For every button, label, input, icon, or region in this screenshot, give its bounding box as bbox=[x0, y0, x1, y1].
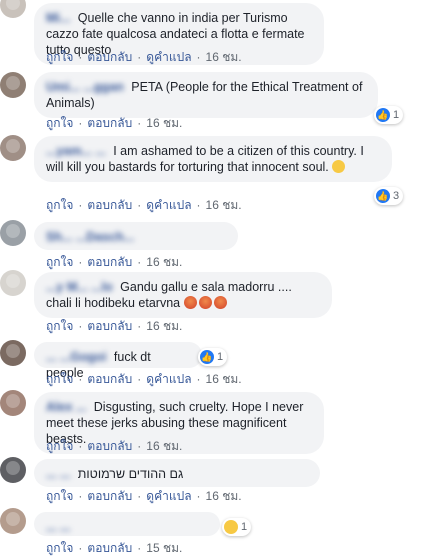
commenter-name[interactable]: Mi... bbox=[46, 11, 70, 25]
reply-link[interactable]: ตอบกลับ bbox=[87, 439, 132, 453]
like-link[interactable]: ถูกใจ bbox=[46, 319, 73, 333]
avatar[interactable] bbox=[0, 270, 26, 296]
reply-link[interactable]: ตอบกลับ bbox=[87, 50, 132, 64]
reaction-count: 1 bbox=[393, 109, 400, 121]
like-link[interactable]: ถูกใจ bbox=[46, 439, 73, 453]
like-link[interactable]: ถูกใจ bbox=[46, 255, 73, 269]
reaction-summary[interactable]: 👍 1 bbox=[374, 106, 404, 124]
crying-face-icon bbox=[332, 160, 346, 173]
comment-actions: ถูกใจ · ตอบกลับ · 16 ชม. bbox=[46, 116, 183, 130]
reaction-count: 1 bbox=[217, 351, 224, 363]
commenter-name[interactable]: Umi... ...ggan bbox=[46, 80, 124, 94]
reaction-summary[interactable]: 1 bbox=[222, 518, 252, 536]
reply-link[interactable]: ตอบกลับ bbox=[87, 372, 132, 386]
commenter-name[interactable]: Alex ... bbox=[46, 400, 86, 414]
like-link[interactable]: ถูกใจ bbox=[46, 372, 73, 386]
avatar[interactable] bbox=[0, 508, 26, 534]
avatar[interactable] bbox=[0, 220, 26, 246]
like-link[interactable]: ถูกใจ bbox=[46, 198, 73, 212]
reply-link[interactable]: ตอบกลับ bbox=[87, 541, 132, 555]
timestamp[interactable]: 16 ชม. bbox=[146, 116, 182, 130]
commenter-name[interactable]: ... ...Gogoi bbox=[46, 350, 106, 364]
reply-link[interactable]: ตอบกลับ bbox=[87, 116, 132, 130]
like-reaction-icon: 👍 bbox=[200, 350, 214, 364]
avatar[interactable] bbox=[0, 457, 26, 483]
translate-link[interactable]: ดูคำแปล bbox=[146, 372, 191, 386]
timestamp[interactable]: 16 ชม. bbox=[146, 319, 182, 333]
reply-link[interactable]: ตอบกลับ bbox=[87, 198, 132, 212]
commenter-name[interactable]: ...y M... ...lo bbox=[46, 280, 113, 294]
comment-bubble: Sh... ...Dasch... bbox=[34, 222, 238, 250]
reaction-summary[interactable]: 👍 3 bbox=[374, 187, 404, 205]
comment-bubble: ...yam... ... I am ashamed to be a citiz… bbox=[34, 136, 392, 182]
like-link[interactable]: ถูกใจ bbox=[46, 541, 73, 555]
timestamp[interactable]: 16 ชม. bbox=[206, 198, 242, 212]
comment-bubble: ... ... גם ההודים שרמוטות bbox=[34, 459, 320, 487]
comment-actions: ถูกใจ · ตอบกลับ · ดูคำแปล · 16 ชม. bbox=[46, 198, 242, 212]
commenter-name[interactable]: Sh... ...Dasch... bbox=[46, 230, 134, 244]
like-link[interactable]: ถูกใจ bbox=[46, 116, 73, 130]
reply-link[interactable]: ตอบกลับ bbox=[87, 489, 132, 503]
avatar[interactable] bbox=[0, 135, 26, 161]
comment-actions: ถูกใจ · ตอบกลับ · 16 ชม. bbox=[46, 319, 183, 333]
comment-actions: ถูกใจ · ตอบกลับ · ดูคำแปล · 16 ชม. bbox=[46, 489, 242, 503]
sad-reaction-icon bbox=[224, 520, 238, 534]
comment-bubble: Umi... ...ggan PETA (People for the Ethi… bbox=[34, 72, 378, 118]
timestamp[interactable]: 16 ชม. bbox=[206, 489, 242, 503]
reply-link[interactable]: ตอบกลับ bbox=[87, 319, 132, 333]
comment-actions: ถูกใจ · ตอบกลับ · 15 ชม. bbox=[46, 541, 183, 555]
timestamp[interactable]: 16 ชม. bbox=[146, 255, 182, 269]
timestamp[interactable]: 15 ชม. bbox=[146, 541, 182, 555]
timestamp[interactable]: 16 ชม. bbox=[206, 372, 242, 386]
translate-link[interactable]: ดูคำแปล bbox=[146, 198, 191, 212]
like-link[interactable]: ถูกใจ bbox=[46, 50, 73, 64]
translate-link[interactable]: ดูคำแปล bbox=[146, 489, 191, 503]
commenter-name[interactable]: ... ... bbox=[46, 520, 70, 534]
comment-actions: ถูกใจ · ตอบกลับ · 16 ชม. bbox=[46, 255, 183, 269]
comment-bubble: ...y M... ...lo Gandu gallu e sala mador… bbox=[34, 272, 332, 318]
timestamp[interactable]: 16 ชม. bbox=[146, 439, 182, 453]
avatar[interactable] bbox=[0, 340, 26, 366]
like-link[interactable]: ถูกใจ bbox=[46, 489, 73, 503]
avatar[interactable] bbox=[0, 72, 26, 98]
comment-actions: ถูกใจ · ตอบกลับ · 16 ชม. bbox=[46, 439, 183, 453]
reaction-summary[interactable]: 👍 1 bbox=[198, 348, 228, 366]
commenter-name[interactable]: ...yam... ... bbox=[46, 144, 106, 158]
avatar[interactable] bbox=[0, 390, 26, 416]
comment-actions: ถูกใจ · ตอบกลับ · ดูคำแปล · 16 ชม. bbox=[46, 50, 242, 64]
angry-face-icon bbox=[183, 296, 197, 309]
avatar[interactable] bbox=[0, 0, 26, 18]
angry-face-icon bbox=[198, 296, 212, 309]
reaction-count: 3 bbox=[393, 190, 400, 202]
reply-link[interactable]: ตอบกลับ bbox=[87, 255, 132, 269]
translate-link[interactable]: ดูคำแปล bbox=[146, 50, 191, 64]
like-reaction-icon: 👍 bbox=[376, 108, 390, 122]
commenter-name[interactable]: ... ... bbox=[46, 467, 70, 481]
reaction-count: 1 bbox=[241, 521, 248, 533]
like-reaction-icon: 👍 bbox=[376, 189, 390, 203]
comment-actions: ถูกใจ · ตอบกลับ · ดูคำแปล · 16 ชม. bbox=[46, 372, 242, 386]
comment-bubble: ... ... bbox=[34, 512, 220, 536]
comment-bubble: ... ...Gogoi fuck dt people bbox=[34, 342, 202, 380]
comment-text: גם ההודים שרמוטות bbox=[77, 467, 184, 481]
angry-face-icon bbox=[213, 296, 227, 309]
timestamp[interactable]: 16 ชม. bbox=[206, 50, 242, 64]
